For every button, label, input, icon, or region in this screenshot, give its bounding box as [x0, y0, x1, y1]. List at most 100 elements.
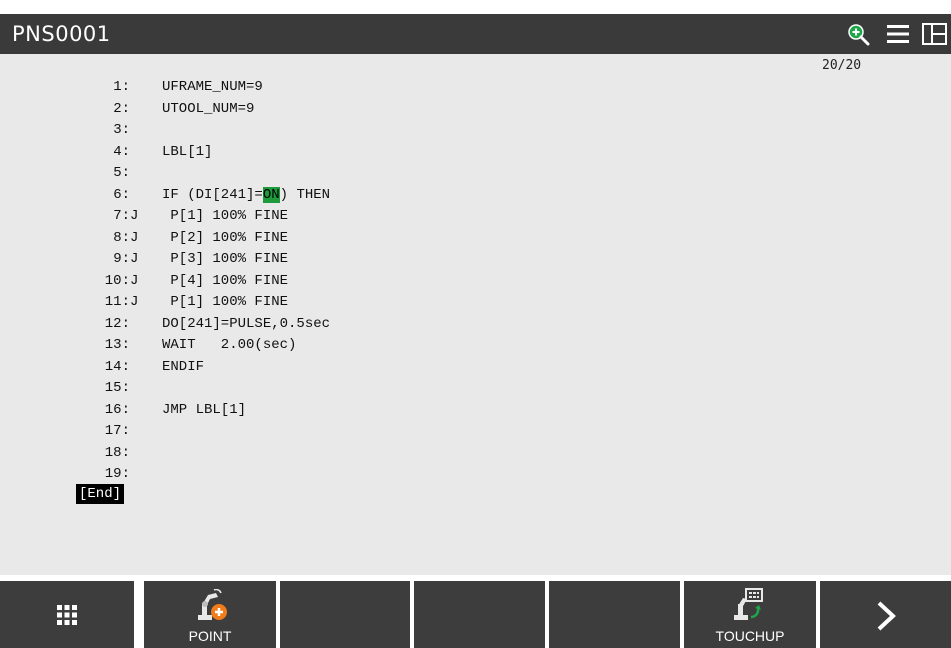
instruction-text[interactable]: LBL[1] — [162, 141, 212, 163]
instruction-segment: UTOOL_NUM=9 — [162, 100, 255, 117]
program-line[interactable]: 7:J P[1] 100% FINE — [0, 205, 900, 227]
line-number-separator: : — [121, 358, 130, 375]
instruction-segment: JMP LBL[1] — [162, 401, 247, 418]
line-number-separator: : — [121, 315, 130, 332]
fkey-blank-3[interactable] — [280, 581, 410, 648]
program-line[interactable]: 18: — [0, 442, 900, 464]
line-number-separator: : — [121, 380, 130, 396]
line-number-separator: : — [121, 444, 130, 461]
program-line[interactable]: 11:J P[1] 100% FINE — [0, 291, 900, 313]
instruction-text[interactable]: P[1] 100% FINE — [162, 291, 288, 313]
program-line[interactable]: 4: LBL[1] — [0, 141, 900, 163]
program-line[interactable]: 5: — [0, 162, 900, 184]
program-line[interactable]: 14: ENDIF — [0, 356, 900, 378]
line-number: 14: — [0, 356, 140, 378]
instruction-text[interactable]: P[3] 100% FINE — [162, 248, 288, 270]
program-line[interactable]: 8:J P[2] 100% FINE — [0, 227, 900, 249]
line-number-value: 7 — [113, 208, 122, 224]
instruction-segment: WAIT 2.00(sec) — [162, 337, 297, 353]
instruction-text[interactable]: P[4] 100% FINE — [162, 270, 288, 292]
program-editor[interactable]: 20/20 1: UFRAME_NUM=9 2: UTOOL_NUM=9 3: 4: LBL… — [0, 54, 951, 575]
program-line[interactable]: 6: IF (DI[241]=ON) THEN — [0, 184, 900, 206]
line-number: 6: — [0, 184, 140, 206]
program-line[interactable]: 9:J P[3] 100% FINE — [0, 248, 900, 270]
program-line[interactable]: 17: — [0, 420, 900, 442]
instruction-text[interactable]: DO[241]=PULSE,0.5sec — [162, 313, 330, 335]
line-number-separator: : — [121, 401, 130, 418]
end-marker[interactable]: [End] — [76, 484, 125, 504]
line-number-value: 8 — [113, 229, 122, 246]
fkey-next-page-button[interactable] — [820, 581, 951, 648]
instruction-text[interactable]: IF (DI[241]=ON) THEN — [162, 184, 330, 206]
program-line[interactable]: 19: — [0, 463, 900, 485]
line-number: 18: — [0, 442, 140, 464]
instruction-text[interactable]: WAIT 2.00(sec) — [162, 334, 296, 356]
robot-add-point-icon — [198, 589, 227, 620]
instruction-text[interactable]: P[2] 100% FINE — [162, 227, 288, 249]
program-title: PNS0001 — [12, 22, 111, 46]
program-line[interactable]: 3: — [0, 119, 900, 141]
line-number: 4: — [0, 141, 140, 163]
line-number-separator: : — [121, 251, 130, 267]
line-number-separator: : — [121, 229, 130, 246]
zoom-in-icon[interactable] — [846, 22, 870, 46]
line-number: 15: — [0, 377, 140, 399]
line-number-value: 14 — [104, 358, 122, 375]
function-key-bar: POINT TOUCHUP — [0, 575, 951, 648]
cursor-highlight[interactable]: ON — [262, 186, 280, 203]
line-number-value: 17 — [104, 423, 122, 439]
line-number: 3: — [0, 119, 140, 141]
instruction-text[interactable]: ENDIF — [162, 356, 204, 378]
line-number: 9:J — [0, 248, 140, 270]
line-number: 7:J — [0, 205, 140, 227]
line-number-separator: : — [121, 208, 130, 224]
line-number-value: 12 — [104, 315, 122, 332]
program-line[interactable]: 13: WAIT 2.00(sec) — [0, 334, 900, 356]
instruction-segment: P[2] 100% FINE — [162, 229, 289, 246]
menu-icon[interactable] — [886, 22, 910, 46]
fkey-blank-5[interactable] — [549, 581, 680, 648]
line-number-value: 10 — [104, 272, 122, 289]
title-bar: PNS0001 — [0, 14, 951, 54]
line-number-value: 3 — [113, 122, 122, 138]
line-number: 17: — [0, 420, 140, 442]
line-number-separator: : — [121, 337, 130, 353]
motion-type-flag: J — [130, 208, 139, 224]
line-number: 10:J — [0, 270, 140, 292]
line-number-separator: : — [121, 79, 130, 95]
line-number-separator: : — [121, 186, 130, 203]
grid-menu-icon — [57, 605, 77, 625]
split-screen-icon[interactable] — [922, 22, 947, 46]
program-line[interactable]: 15: — [0, 377, 900, 399]
program-line[interactable]: 12: DO[241]=PULSE,0.5sec — [0, 313, 900, 335]
instruction-text[interactable]: UFRAME_NUM=9 — [162, 76, 263, 98]
program-line[interactable]: 1: UFRAME_NUM=9 — [0, 76, 900, 98]
fkey-label: TOUCHUP — [715, 628, 785, 644]
motion-type-flag: J — [130, 272, 139, 289]
program-line[interactable]: 16: JMP LBL[1] — [0, 399, 900, 421]
line-number-value: 1 — [113, 79, 122, 95]
line-number-separator: : — [121, 143, 130, 160]
line-number-value: 9 — [113, 251, 122, 267]
instruction-text[interactable]: UTOOL_NUM=9 — [162, 98, 254, 120]
line-number-value: 13 — [104, 337, 122, 353]
instruction-text[interactable]: JMP LBL[1] — [162, 399, 246, 421]
line-number-separator: : — [121, 122, 130, 138]
instruction-segment: P[1] 100% FINE — [162, 294, 289, 310]
motion-type-flag: J — [130, 229, 139, 246]
line-number-separator: : — [121, 100, 130, 117]
fkey-blank-4[interactable] — [414, 581, 545, 648]
line-number: 8:J — [0, 227, 140, 249]
fkey-point-button[interactable]: POINT — [144, 581, 276, 648]
line-number-separator: : — [121, 165, 130, 181]
line-number-value: 6 — [113, 186, 122, 203]
program-line[interactable]: 10:J P[4] 100% FINE — [0, 270, 900, 292]
instruction-text[interactable]: P[1] 100% FINE — [162, 205, 288, 227]
instruction-segment: UFRAME_NUM=9 — [162, 79, 263, 95]
motion-type-flag: J — [130, 294, 139, 310]
fkey-menu-button[interactable] — [0, 581, 134, 648]
fkey-touchup-button[interactable]: TOUCHUP — [684, 581, 816, 648]
line-number-separator: : — [121, 294, 130, 310]
line-number: 19: — [0, 463, 140, 485]
program-line[interactable]: 2: UTOOL_NUM=9 — [0, 98, 900, 120]
